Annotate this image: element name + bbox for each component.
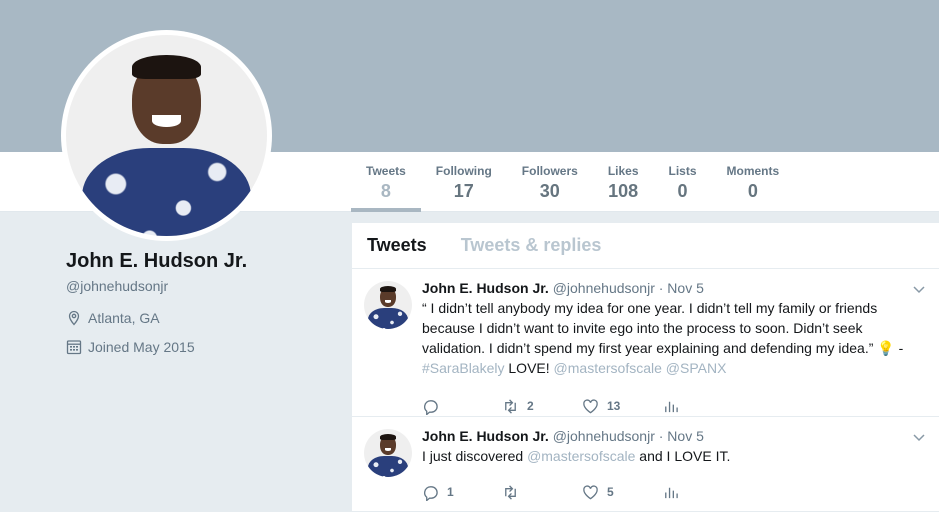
like-icon (583, 398, 598, 413)
stat-following[interactable]: Following 17 (421, 152, 507, 212)
profile-avatar[interactable] (61, 30, 272, 241)
tweet[interactable]: John E. Hudson Jr. @johnehudsonjr · Nov … (352, 269, 939, 417)
tweet-text: “ I didn’t tell anybody my idea for one … (422, 298, 927, 378)
stat-label: Lists (668, 164, 697, 178)
retweet-count: 2 (527, 399, 534, 413)
reply-count: 1 (447, 485, 454, 499)
tweet-author-name[interactable]: John E. Hudson Jr. (422, 280, 549, 296)
retweet-button[interactable] (502, 484, 582, 501)
tab-tweets-and-replies[interactable]: Tweets & replies (461, 235, 602, 256)
location-text: Atlanta, GA (88, 310, 160, 326)
tweet-author-handle[interactable]: @johnehudsonjr (553, 280, 655, 296)
analytics-button[interactable] (662, 398, 742, 415)
retweet-icon (505, 484, 516, 500)
stat-value: 108 (608, 181, 639, 201)
retweet-icon (505, 398, 516, 414)
chevron-down-icon[interactable] (911, 281, 927, 297)
profile-card: John E. Hudson Jr. @johnehudsonjr Atlant… (66, 249, 336, 356)
stat-moments[interactable]: Moments 0 (712, 152, 795, 212)
avatar-photo (66, 35, 267, 236)
stat-label: Followers (521, 164, 578, 178)
like-button[interactable]: 5 (582, 484, 662, 501)
tweet-author-handle[interactable]: @johnehudsonjr (553, 428, 655, 444)
tweet-timestamp[interactable]: · Nov 5 (659, 280, 704, 296)
like-count: 5 (607, 485, 614, 499)
tweet-text-part: LOVE! (504, 360, 554, 376)
stat-lists[interactable]: Lists 0 (654, 152, 712, 212)
like-icon (583, 484, 598, 499)
timeline: Tweets Tweets & replies John E. Hudson J… (352, 223, 939, 512)
stat-value: 0 (677, 181, 688, 201)
tweet[interactable]: John E. Hudson Jr. @johnehudsonjr · Nov … (352, 417, 939, 512)
tweet-header: John E. Hudson Jr. @johnehudsonjr · Nov … (422, 279, 924, 297)
profile-location: Atlanta, GA (66, 309, 336, 327)
profile-handle[interactable]: @johnehudsonjr (66, 277, 336, 295)
stat-followers[interactable]: Followers 30 (507, 152, 593, 212)
joined-text: Joined May 2015 (88, 339, 195, 355)
profile-joined: Joined May 2015 (66, 338, 336, 356)
location-pin-icon (68, 310, 80, 326)
mention-link[interactable]: @mastersofscale (554, 360, 662, 376)
stat-value: 17 (453, 181, 474, 201)
tweet-actions: 1 5 (422, 472, 924, 512)
stat-label: Moments (726, 164, 780, 178)
profile-name[interactable]: John E. Hudson Jr. (66, 249, 336, 273)
stat-value: 30 (539, 181, 560, 201)
tweet-text-part: “ I didn’t tell anybody my idea for one … (422, 300, 878, 356)
analytics-button[interactable] (662, 484, 742, 501)
reply-button[interactable]: 1 (422, 484, 502, 501)
reply-icon (424, 485, 438, 501)
like-count: 13 (607, 399, 621, 413)
stat-value: 8 (380, 181, 391, 201)
calendar-icon (66, 340, 82, 355)
reply-icon (424, 399, 438, 415)
timeline-tabs: Tweets Tweets & replies (352, 223, 939, 269)
stat-label: Likes (607, 164, 639, 178)
tweet-author-name[interactable]: John E. Hudson Jr. (422, 428, 549, 444)
reply-button[interactable] (422, 398, 502, 415)
tweet-text-part: and I LOVE IT. (635, 448, 731, 464)
stat-label: Tweets (366, 164, 406, 178)
stat-label: Following (435, 164, 492, 178)
stat-likes[interactable]: Likes 108 (593, 152, 654, 212)
lightbulb-emoji: 💡 (877, 340, 895, 356)
analytics-icon (665, 487, 678, 498)
mention-link[interactable]: @SPANX (666, 360, 727, 376)
tweet-text-part: - (894, 340, 904, 356)
chevron-down-icon[interactable] (911, 429, 927, 445)
like-button[interactable]: 13 (582, 398, 662, 415)
tweet-avatar[interactable] (364, 281, 412, 329)
tweet-text-part: I just discovered (422, 448, 528, 464)
tweet-timestamp[interactable]: · Nov 5 (659, 428, 704, 444)
profile-stats: Tweets 8 Following 17 Followers 30 Likes… (351, 152, 794, 212)
stat-value: 0 (747, 181, 758, 201)
hashtag-link[interactable]: #SaraBlakely (422, 360, 505, 376)
stat-tweets[interactable]: Tweets 8 (351, 152, 421, 212)
retweet-button[interactable]: 2 (502, 398, 582, 415)
mention-link[interactable]: @mastersofscale (527, 448, 635, 464)
tweet-avatar[interactable] (364, 429, 412, 477)
tweet-text: I just discovered @mastersofscale and I … (422, 446, 927, 466)
analytics-icon (665, 401, 678, 412)
tweet-header: John E. Hudson Jr. @johnehudsonjr · Nov … (422, 427, 924, 445)
tab-tweets[interactable]: Tweets (367, 235, 427, 256)
